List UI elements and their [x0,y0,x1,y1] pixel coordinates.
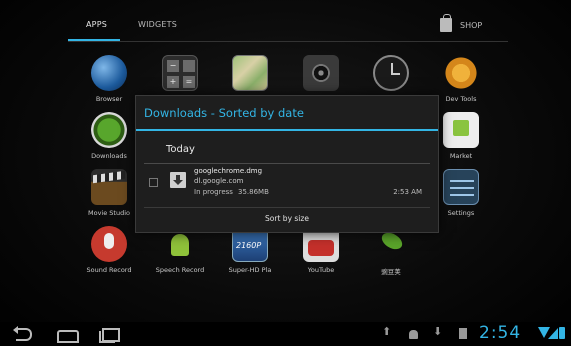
app-dev-tools[interactable]: Dev Tools [430,55,492,103]
home-icon[interactable] [55,326,79,343]
app-settings[interactable]: Settings [430,169,492,217]
back-icon[interactable] [12,326,36,342]
app-label: Market [449,152,473,160]
shop-button[interactable]: SHOP [440,14,483,34]
section-header-today: Today [166,144,195,155]
app-sound-recorder[interactable]: Sound Record [78,226,140,274]
app-calculator[interactable]: − + = [149,55,211,91]
app-wandoujia[interactable]: 豌豆荚 [360,226,422,276]
download-filename: googlechrome.dmg [194,167,263,175]
debug-icon [408,327,418,340]
download-item[interactable]: googlechrome.dmg dl.google.com In progre… [144,164,430,204]
app-label: Speech Record [155,266,205,274]
settings-icon [443,169,479,205]
sd-card-icon [458,327,468,340]
app-drawer-screen: APPS WIDGETS SHOP Browser − + = Dev Tool… [0,0,571,346]
app-label: Super-HD Pla [228,266,272,274]
tab-apps[interactable]: APPS [86,20,107,29]
download-status: In progress [194,188,233,196]
app-downloads[interactable]: Downloads [78,112,140,160]
battery-icon [559,327,565,339]
movie-studio-icon [91,169,127,205]
app-market[interactable]: Market [430,112,492,160]
download-status-icon [433,325,443,340]
dialog-title: Downloads - Sorted by date [144,106,304,120]
download-file-icon [170,172,186,188]
usb-icon [382,325,392,340]
system-bar: 2:54 [0,322,571,346]
app-speech-recorder[interactable]: Speech Record [149,226,211,274]
app-label: 豌豆荚 [381,268,401,276]
gallery-icon [232,55,268,91]
app-clock[interactable] [360,55,422,91]
recent-apps-icon[interactable] [98,326,122,343]
download-icon [91,112,127,148]
sort-by-size-button[interactable]: Sort by size [136,208,438,232]
app-gallery[interactable] [219,55,281,91]
app-label: Downloads [91,152,127,160]
app-label: Dev Tools [445,95,477,103]
signal-icon [548,328,558,339]
app-camera[interactable] [290,55,352,91]
dev-tools-icon [443,55,479,91]
market-icon [443,112,479,148]
device-frame: APPS WIDGETS SHOP Browser − + = Dev Tool… [0,0,571,346]
app-label: Browser [95,95,123,103]
download-source: dl.google.com [194,177,244,185]
shop-label: SHOP [460,20,483,30]
status-clock[interactable]: 2:54 [479,323,521,343]
calculator-icon: − + = [162,55,198,91]
tab-widgets[interactable]: WIDGETS [138,20,177,29]
app-movie-studio[interactable]: Movie Studio [78,169,140,217]
tabbar-divider [68,41,508,42]
download-size: 35.86MB [238,188,269,196]
app-drawer-tabbar: APPS WIDGETS SHOP [68,12,508,42]
app-youtube[interactable]: YouTube [290,226,352,274]
download-time: 2:53 AM [393,188,422,196]
app-label: YouTube [307,266,335,274]
clock-icon [373,55,409,91]
dialog-title-divider [136,129,438,131]
download-select-checkbox[interactable] [149,178,158,187]
downloads-dialog: Downloads - Sorted by date Today googlec… [135,95,439,233]
app-label: Settings [447,209,475,217]
app-super-hd-player[interactable]: Super-HD Pla [219,226,281,274]
microphone-icon [91,226,127,262]
globe-icon [91,55,127,91]
app-label: Movie Studio [87,209,130,217]
app-browser[interactable]: Browser [78,55,140,103]
app-label: Sound Record [86,266,132,274]
camera-icon [303,55,339,91]
shopping-bag-icon [440,14,452,32]
